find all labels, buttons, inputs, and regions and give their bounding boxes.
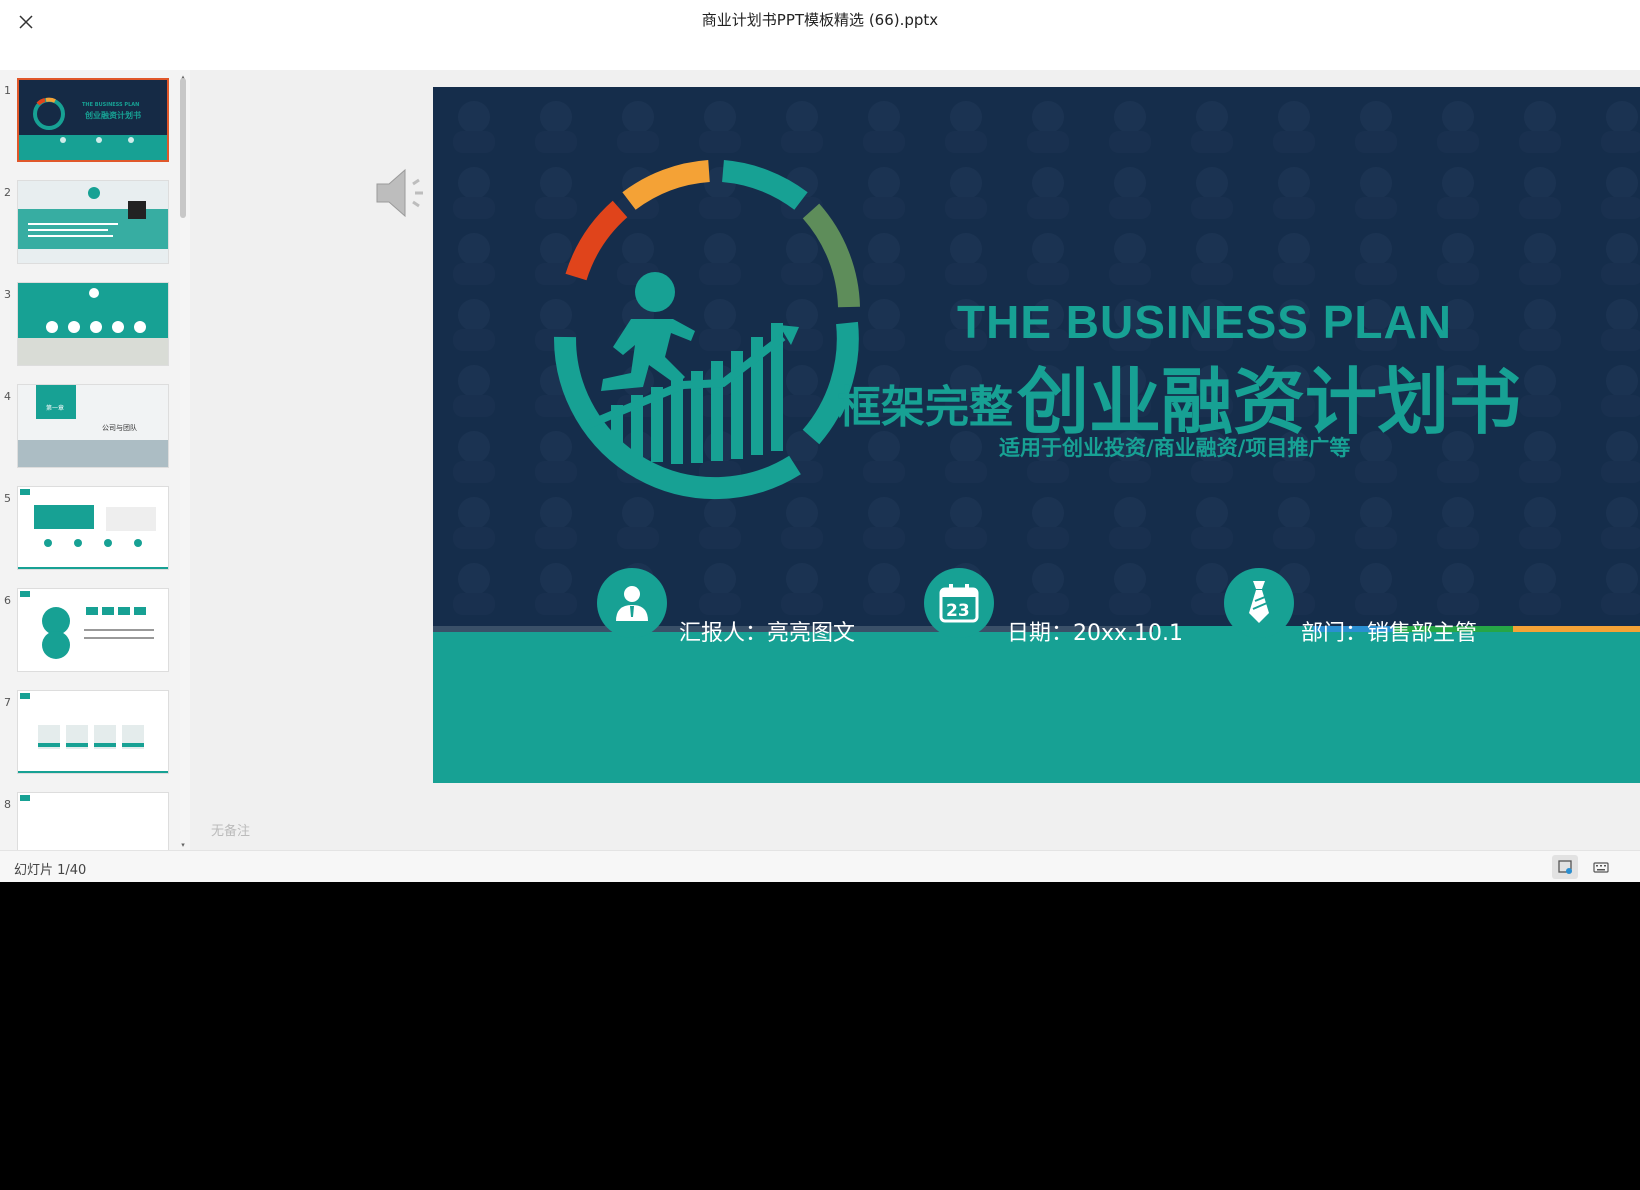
thumbnail-item-6[interactable]: 6 <box>0 588 176 678</box>
thumbnail-preview <box>19 80 167 160</box>
current-slide[interactable]: 23 THE BUSINESS PLAN 框架完整 创业融资计划书 适用于创业投… <box>433 87 1640 783</box>
slide-thumbnail-panel[interactable]: 1 THE BUSINESS PLAN 创业融资计划书 2 3 4 第一章 公司… <box>0 70 180 850</box>
ppt-viewer-window: 商业计划书PPT模板精选 (66).pptx 1 THE BUSINESS PL… <box>0 0 1640 882</box>
thumbnail-preview <box>18 793 168 850</box>
thumbnail-number: 3 <box>4 288 11 301</box>
thumbnail-mini-subtitle: 创业融资计划书 <box>85 111 141 120</box>
thumbnail-item-8[interactable]: 8 <box>0 792 176 850</box>
slide-stage: 23 THE BUSINESS PLAN 框架完整 创业融资计划书 适用于创业投… <box>190 70 1640 850</box>
thumbnail-slide-6[interactable] <box>17 588 169 672</box>
thumbnail-mini-title: THE BUSINESS PLAN <box>82 102 140 108</box>
slide-title-small: 框架完整 <box>837 382 1013 433</box>
thumbnail-item-3[interactable]: 3 <box>0 282 176 372</box>
thumbnail-item-4[interactable]: 4 第一章 公司与团队 <box>0 384 176 474</box>
calendar-day: 23 <box>946 601 970 621</box>
thumbnail-number: 6 <box>4 594 11 607</box>
thumbnail-preview <box>18 283 168 365</box>
thumbnail-slide-1[interactable]: THE BUSINESS PLAN 创业融资计划书 <box>17 78 169 162</box>
thumbnail-slide-8[interactable] <box>17 792 169 850</box>
thumbnail-preview <box>18 487 168 569</box>
thumbnail-preview <box>18 691 168 773</box>
department-label: 部门：销售部主管 <box>1301 621 1478 646</box>
speaker-icon[interactable] <box>373 162 433 224</box>
notes-view-button[interactable] <box>1552 855 1578 879</box>
slide-title-en: THE BUSINESS PLAN <box>957 296 1452 348</box>
tie-icon <box>1249 581 1269 623</box>
scrollbar-thumb[interactable] <box>180 78 186 218</box>
thumbnail-scrollbar[interactable]: ▴ ▾ <box>180 74 186 850</box>
thumbnail-slide-7[interactable] <box>17 690 169 774</box>
thumbnail-slide-5[interactable] <box>17 486 169 570</box>
reporter-label: 汇报人：亮亮图文 <box>679 621 856 646</box>
thumbnail-number: 4 <box>4 390 11 403</box>
thumbnail-preview <box>18 181 168 263</box>
title-bar: 商业计划书PPT模板精选 (66).pptx <box>0 0 1640 70</box>
thumbnail-slide-4[interactable]: 第一章 公司与团队 <box>17 384 169 468</box>
notes-view-icon <box>1558 860 1572 874</box>
thumbnail-number: 1 <box>4 84 11 97</box>
person-icon <box>616 586 648 621</box>
slide-counter: 幻灯片 1/40 <box>14 863 87 878</box>
document-title: 商业计划书PPT模板精选 (66).pptx <box>701 11 939 29</box>
thumbnail-mini-heading: 公司与团队 <box>102 424 137 432</box>
thumbnail-number: 7 <box>4 696 11 709</box>
keyboard-button[interactable] <box>1588 855 1614 879</box>
thumbnail-mini-chapter: 第一章 <box>46 405 65 412</box>
scroll-down-arrow-icon[interactable]: ▾ <box>180 842 186 849</box>
notes-placeholder[interactable]: 无备注 <box>211 820 250 839</box>
thumbnail-preview <box>18 385 168 467</box>
thumbnail-item-1[interactable]: 1 THE BUSINESS PLAN 创业融资计划书 <box>0 78 176 168</box>
thumbnail-slide-3[interactable] <box>17 282 169 366</box>
status-bar: 幻灯片 1/40 <box>0 850 1640 882</box>
thumbnail-preview <box>18 589 168 671</box>
slide-subtitle: 适用于创业投资/商业融资/项目推广等 <box>999 436 1351 460</box>
thumbnail-number: 2 <box>4 186 11 199</box>
thumbnail-number: 5 <box>4 492 11 505</box>
thumbnail-item-5[interactable]: 5 <box>0 486 176 576</box>
thumbnail-item-7[interactable]: 7 <box>0 690 176 780</box>
thumbnail-number: 8 <box>4 798 11 811</box>
date-label: 日期：20xx.10.1 <box>1007 621 1184 646</box>
keyboard-icon <box>1593 862 1609 873</box>
thumbnail-slide-2[interactable] <box>17 180 169 264</box>
thumbnail-item-2[interactable]: 2 <box>0 180 176 270</box>
